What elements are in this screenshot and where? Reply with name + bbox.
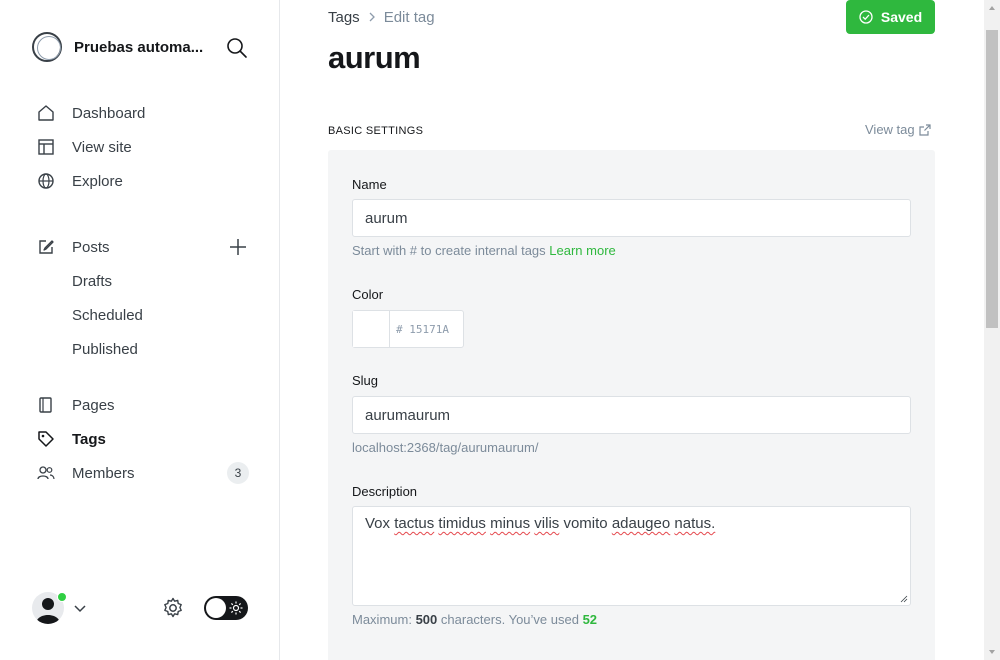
chevron-down-icon[interactable]	[72, 600, 88, 616]
description-word: timidus	[438, 515, 486, 532]
description-word: tactus	[394, 515, 435, 532]
breadcrumb-current: Edit tag	[383, 9, 435, 26]
name-label: Name	[352, 177, 387, 192]
color-placeholder: 15171A	[409, 322, 449, 336]
color-label: Color	[352, 287, 384, 302]
nav-primary: Dashboard View site Explore	[36, 96, 256, 198]
description-label: Description	[352, 484, 418, 499]
chevron-right-icon	[368, 11, 376, 25]
sidebar: Pruebas automa... Dashboard View site Ex…	[0, 0, 280, 660]
nav-secondary: Pages Tags Members 3	[36, 388, 256, 490]
nav-label: Dashboard	[72, 104, 146, 122]
sun-icon	[229, 601, 243, 615]
site-brand[interactable]: Pruebas automa...	[32, 32, 203, 62]
members-icon	[36, 463, 56, 483]
slug-input[interactable]: aurumaurum	[352, 396, 911, 434]
view-tag-label: View tag	[865, 122, 915, 137]
layout-icon	[36, 137, 56, 157]
external-link-icon	[919, 123, 931, 136]
description-word: adaugeo	[611, 515, 671, 532]
description-word: Vox	[365, 515, 391, 532]
resize-handle-icon[interactable]	[900, 595, 908, 603]
nav-label: Published	[72, 340, 138, 358]
description-word: natus.	[674, 515, 716, 532]
saved-label: Saved	[880, 9, 923, 25]
home-icon	[36, 103, 56, 123]
members-count-badge: 3	[227, 462, 249, 484]
page-icon	[36, 395, 56, 415]
nav-item-tags[interactable]: Tags	[36, 422, 256, 456]
nav-label: Pages	[72, 396, 115, 414]
add-post-icon[interactable]	[228, 237, 248, 257]
check-circle-icon	[859, 10, 873, 24]
site-title: Pruebas automa...	[74, 38, 204, 56]
nav-item-dashboard[interactable]: Dashboard	[36, 96, 256, 130]
name-value: aurum	[365, 209, 408, 227]
nav-item-drafts[interactable]: Drafts	[36, 264, 256, 298]
name-help: Start with # to create internal tags Lea…	[352, 243, 616, 258]
description-help-prefix: Maximum:	[352, 612, 412, 627]
nav-item-explore[interactable]: Explore	[36, 164, 256, 198]
nav-label: Drafts	[72, 272, 113, 290]
description-max: 500	[415, 612, 438, 627]
nav-item-posts[interactable]: Posts	[36, 230, 256, 264]
color-swatch[interactable]	[353, 311, 390, 347]
tag-icon	[36, 429, 56, 449]
description-help: Maximum: 500 characters. You’ve used 52	[352, 612, 597, 627]
search-icon[interactable]	[226, 37, 248, 59]
scrollbar-thumb[interactable]	[986, 30, 998, 328]
name-help-text: Start with # to create internal tags	[352, 243, 546, 258]
nav-label: Explore	[72, 172, 123, 190]
description-word: minus	[490, 515, 531, 532]
breadcrumb: Tags Edit tag	[328, 9, 435, 26]
section-title: BASIC SETTINGS	[328, 125, 424, 137]
basic-settings-panel: Name aurum Start with # to create intern…	[328, 150, 935, 660]
breadcrumb-tags-link[interactable]: Tags	[328, 9, 360, 26]
page-scrollbar[interactable]	[984, 0, 1000, 660]
nav-label: View site	[72, 138, 132, 156]
description-textarea[interactable]: Vox tactus timidus minus vilis vomito ad…	[352, 506, 911, 606]
nav-item-pages[interactable]: Pages	[36, 388, 256, 422]
toggle-knob	[206, 598, 226, 618]
sidebar-footer	[32, 590, 252, 626]
description-help-mid: characters. You’ve used	[440, 612, 579, 627]
nav-label: Members	[72, 464, 135, 482]
slug-label: Slug	[352, 373, 379, 388]
saved-button[interactable]: Saved	[846, 0, 935, 34]
site-logo	[32, 32, 62, 62]
color-hash-symbol: #	[396, 322, 403, 336]
main-content: Tags Edit tag Saved aurum BASIC SETTINGS…	[280, 0, 984, 660]
description-word: vilis	[534, 515, 560, 532]
nav-label: Scheduled	[72, 306, 143, 324]
nav-item-members[interactable]: Members 3	[36, 456, 256, 490]
slug-value: aurumaurum	[365, 406, 451, 424]
description-used-count: 52	[582, 612, 598, 627]
scroll-down-icon[interactable]	[988, 648, 996, 656]
nav-item-published[interactable]: Published	[36, 332, 256, 366]
color-input[interactable]: # 15171A	[352, 310, 464, 348]
nav-item-scheduled[interactable]: Scheduled	[36, 298, 256, 332]
name-input[interactable]: aurum	[352, 199, 911, 237]
slug-url: localhost:2368/tag/aurumaurum/	[352, 440, 539, 455]
nav-label: Posts	[72, 238, 110, 256]
nav-label: Tags	[72, 430, 106, 448]
edit-icon	[36, 237, 56, 257]
theme-toggle[interactable]	[204, 596, 248, 620]
nav-item-view-site[interactable]: View site	[36, 130, 256, 164]
gear-icon[interactable]	[161, 596, 185, 620]
online-status-dot	[57, 592, 67, 602]
description-word: vomito	[563, 515, 608, 532]
learn-more-link[interactable]: Learn more	[549, 243, 615, 258]
page-title: aurum	[328, 40, 421, 75]
globe-icon	[36, 171, 56, 191]
nav-posts: Posts Drafts Scheduled Published	[36, 230, 256, 366]
scroll-up-icon[interactable]	[988, 4, 996, 12]
color-hex-field[interactable]: # 15171A	[390, 311, 449, 347]
view-tag-link[interactable]: View tag	[865, 122, 931, 137]
